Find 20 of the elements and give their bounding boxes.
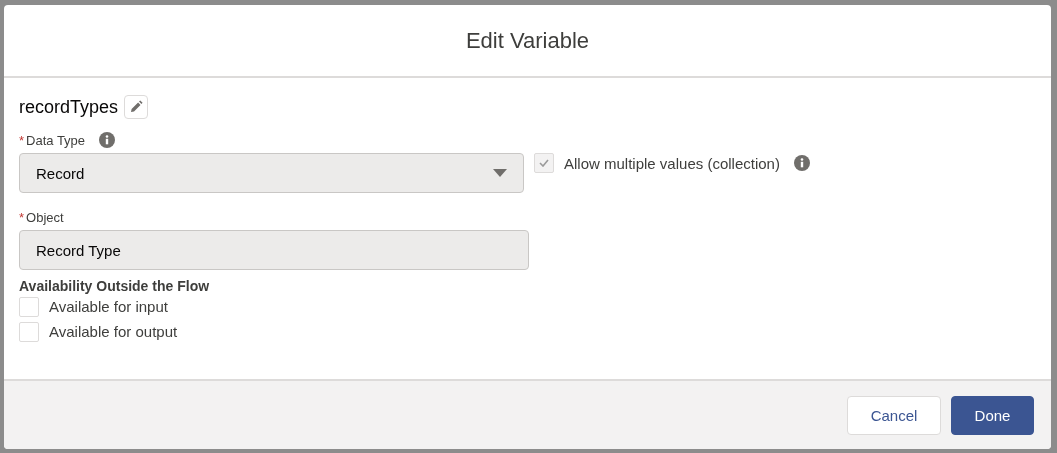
checkmark-icon bbox=[539, 159, 549, 167]
required-mark: * bbox=[19, 132, 25, 148]
done-button[interactable]: Done bbox=[951, 395, 1034, 435]
info-icon[interactable] bbox=[99, 132, 116, 148]
section-heading: Availability Outside the Flow bbox=[19, 278, 211, 294]
required-mark: * bbox=[19, 209, 25, 225]
variable-name: recordTypes bbox=[19, 96, 119, 118]
field-label: Data Type bbox=[26, 132, 86, 148]
checkbox-label: Available for output bbox=[49, 323, 178, 340]
checkbox[interactable] bbox=[19, 296, 39, 317]
dialog-title: Edit Variable bbox=[465, 27, 590, 54]
checkbox-label: Allow multiple values (collection) bbox=[564, 154, 780, 172]
checkbox-label: Available for input bbox=[49, 298, 168, 315]
field-label: Object bbox=[26, 209, 64, 225]
edit-button[interactable] bbox=[124, 95, 149, 119]
caret-icon bbox=[493, 169, 507, 177]
pencil-icon bbox=[129, 100, 144, 114]
info-icon[interactable] bbox=[793, 155, 810, 171]
checkbox[interactable] bbox=[19, 321, 39, 342]
cancel-button[interactable]: Cancel bbox=[847, 395, 941, 435]
